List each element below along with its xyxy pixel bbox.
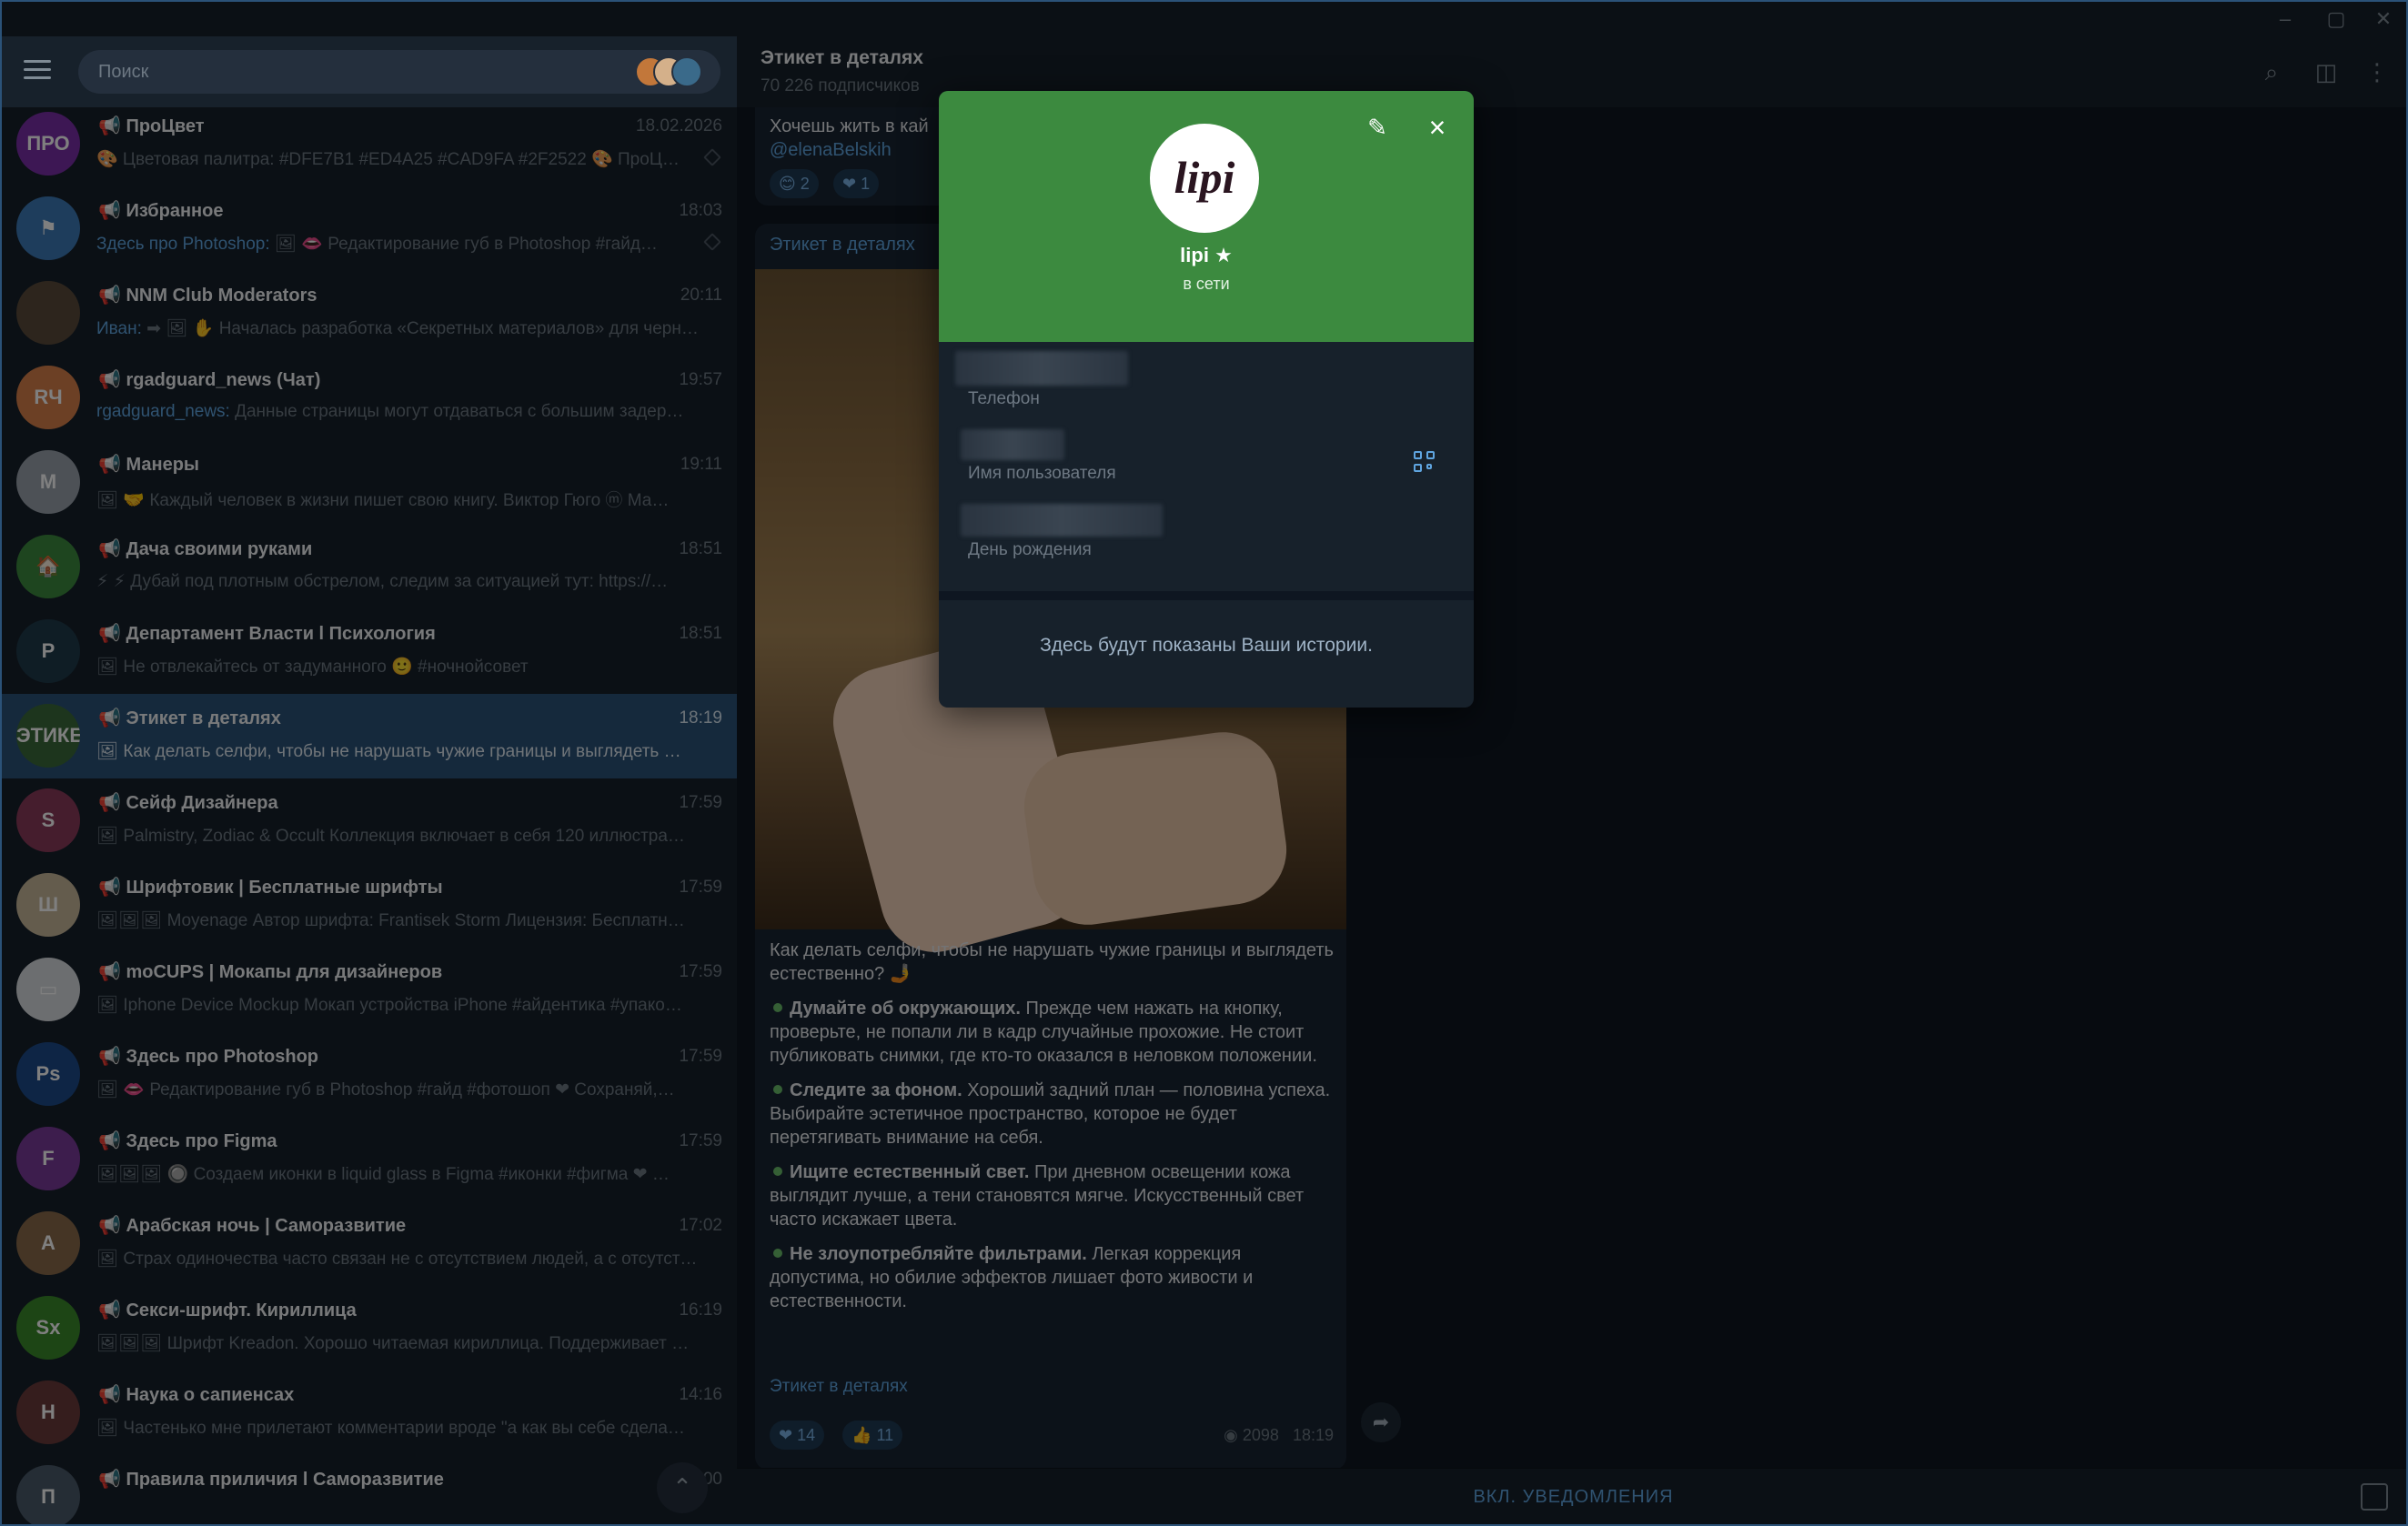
edit-pencil-icon[interactable]: ✎	[1359, 109, 1395, 146]
sidebar-top-bar: Поиск	[2, 36, 737, 107]
stories-placeholder: Здесь будут показаны Ваши истории.	[1040, 635, 1373, 656]
telegram-window: – ▢ ✕ Мне, привет что нагрешила уже 7 ма…	[0, 0, 2408, 1526]
username-value-redacted[interactable]	[961, 429, 1064, 460]
profile-name: lipi ★	[939, 244, 1474, 267]
section-divider	[939, 591, 1474, 600]
close-icon[interactable]: ×	[1419, 109, 1456, 146]
phone-value-redacted[interactable]	[955, 351, 1128, 386]
profile-name-text: lipi	[1180, 244, 1209, 266]
username-label: Имя пользователя	[968, 464, 1116, 483]
birthday-value-redacted[interactable]	[961, 504, 1163, 537]
profile-header: lipi lipi ★ в сети ✎ ×	[939, 91, 1474, 342]
profile-modal: lipi lipi ★ в сети ✎ × Телефон Имя польз…	[939, 91, 1474, 708]
hamburger-menu-icon[interactable]	[24, 60, 51, 82]
profile-avatar[interactable]: lipi	[1150, 124, 1259, 233]
qr-code-icon[interactable]	[1414, 451, 1436, 473]
search-placeholder: Поиск	[98, 62, 149, 82]
profile-status: в сети	[1183, 275, 1230, 293]
phone-label: Телефон	[968, 389, 1040, 408]
story-avatar-icon[interactable]	[671, 56, 702, 87]
premium-star-icon: ★	[1214, 244, 1233, 266]
search-input[interactable]: Поиск	[78, 50, 720, 94]
avatar-logo: lipi	[1174, 152, 1235, 203]
birthday-label: День рождения	[968, 540, 1092, 559]
